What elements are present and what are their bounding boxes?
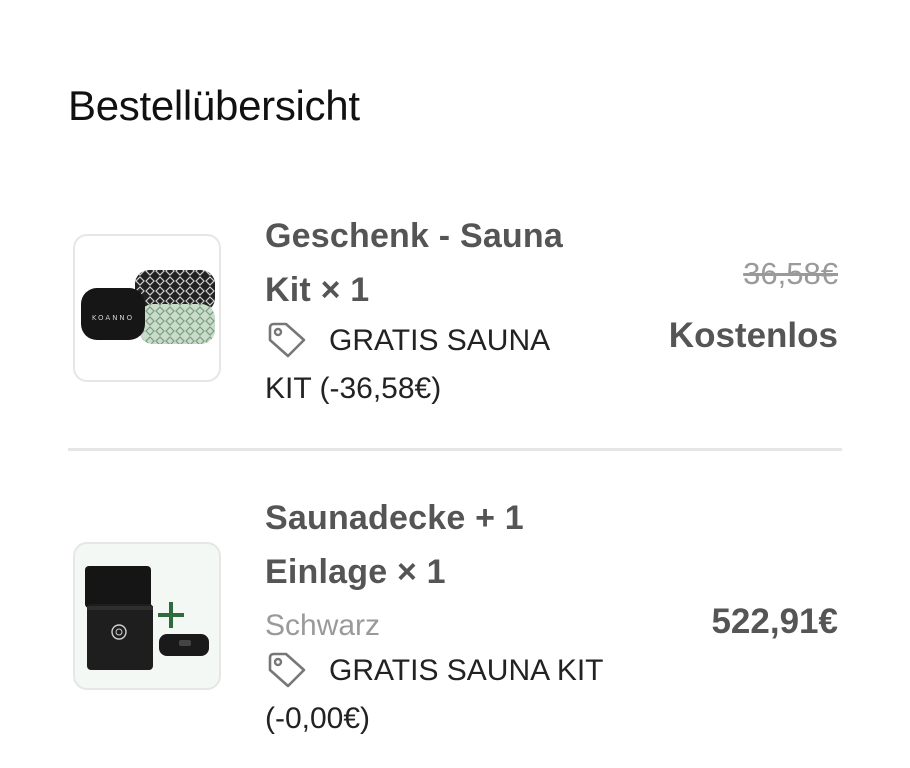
item-title-line1: Geschenk - Sauna [265, 217, 563, 255]
sauna-kit-image: KOANNO [81, 270, 215, 344]
item-price: Kostenlos [668, 316, 838, 355]
product-image-sauna-kit: KOANNO [73, 234, 221, 382]
order-summary: Bestellübersicht KOANNO Geschenk - Sauna… [0, 0, 910, 768]
item-title-line2: Kit × 1 [265, 271, 370, 309]
saunadecke-image [85, 566, 209, 670]
item-variant: Schwarz [265, 609, 381, 642]
discount-text-line2: (-0,00€) [265, 702, 371, 735]
page-title: Bestellübersicht [68, 82, 360, 129]
item-divider [68, 448, 842, 451]
brand-mark: KOANNO [92, 314, 134, 322]
discount-text-line1: GRATIS SAUNA KIT [329, 654, 604, 687]
item-title-line2: Einlage × 1 [265, 553, 446, 591]
item-price: 522,91€ [711, 602, 838, 641]
item-title-line1: Saunadecke + 1 [265, 499, 524, 537]
discount-text-line1: GRATIS SAUNA [329, 324, 551, 357]
discount-text-line2: KIT (-36,58€) [265, 372, 442, 405]
product-image-saunadecke [73, 542, 221, 690]
original-price: 36,58€ [743, 256, 838, 291]
